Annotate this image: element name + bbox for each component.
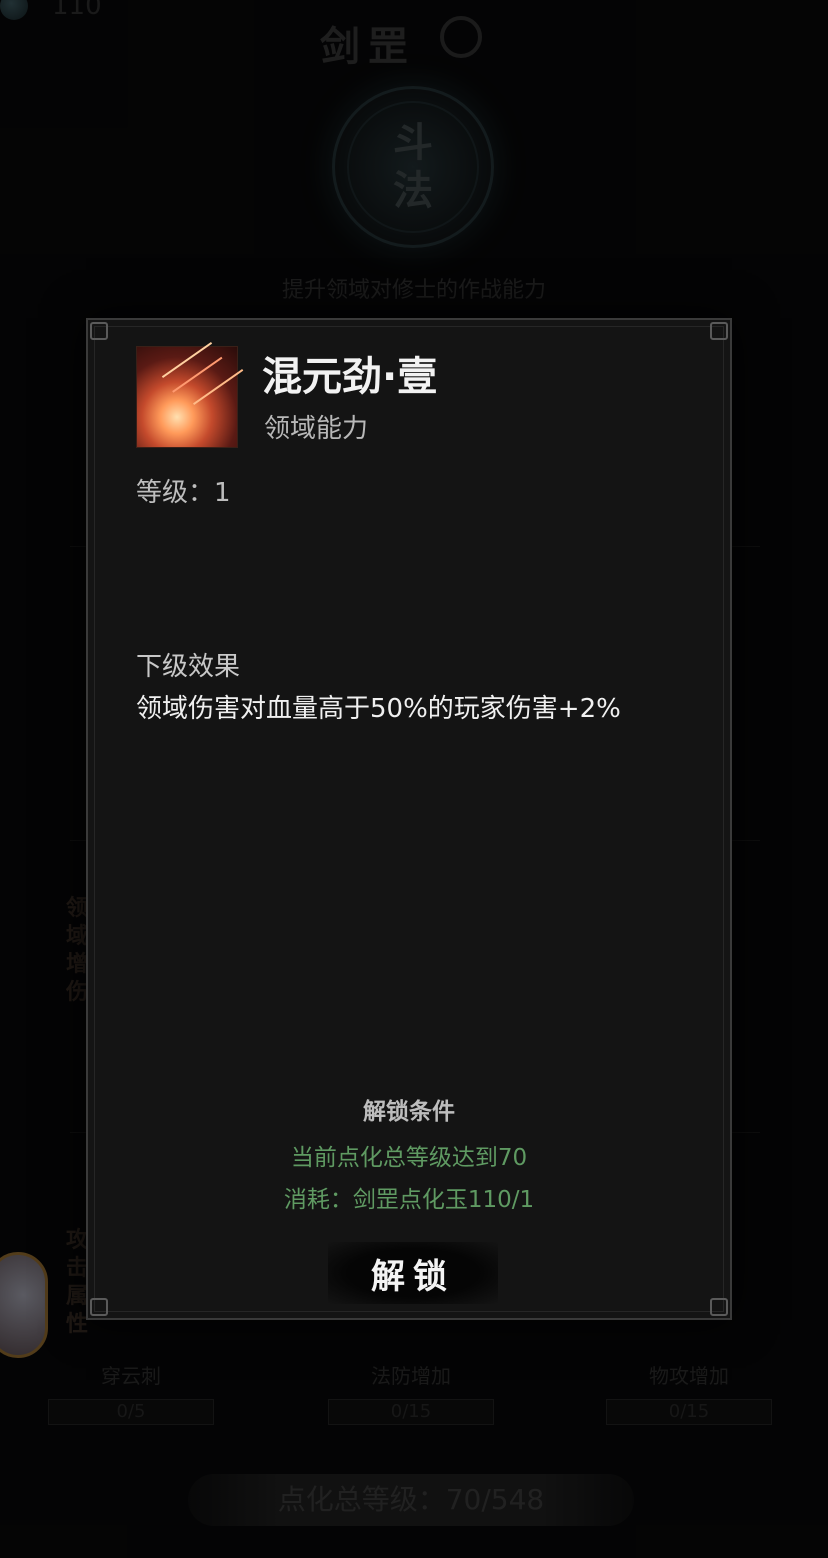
skill-node-chuanyunci[interactable]: 穿云刺 0/5: [48, 1360, 214, 1425]
emblem-char-1: 斗: [393, 119, 433, 166]
skill-node-progress: 0/15: [328, 1399, 494, 1425]
level-value: 1: [214, 478, 231, 508]
skill-level: 等级：1: [136, 472, 231, 509]
total-level-bar: 点化总等级：70/548: [188, 1474, 634, 1526]
swirl-icon[interactable]: [440, 16, 482, 58]
corner-ornament: [90, 1298, 108, 1316]
corner-ornament: [710, 1298, 728, 1316]
page-subtitle: 提升领域对修士的作战能力: [281, 278, 546, 303]
unlock-condition-cost: 消耗：剑罡点化玉110/1: [283, 1187, 535, 1213]
skill-node-label: 穿云刺: [101, 1364, 161, 1388]
skill-node-wugong[interactable]: 物攻增加 0/15: [606, 1360, 772, 1425]
lightning-skill-icon: [136, 346, 238, 448]
unlock-condition-level: 当前点化总等级达到70: [290, 1145, 528, 1171]
currency-value: 110: [52, 0, 102, 21]
skill-type: 领域能力: [264, 414, 369, 444]
unlock-button[interactable]: 解锁: [328, 1242, 498, 1304]
currency-counter: 110: [0, 0, 102, 21]
skill-node-progress: 0/15: [606, 1399, 772, 1425]
duel-emblem[interactable]: 斗 法: [332, 86, 494, 248]
emblem-char-2: 法: [393, 167, 433, 214]
skill-node-fafang[interactable]: 法防增加 0/15: [328, 1360, 494, 1425]
corner-ornament: [90, 322, 108, 340]
skill-node-label: 物攻增加: [649, 1364, 729, 1388]
skill-name: 混元劲·壹: [262, 354, 438, 400]
corner-ornament: [710, 322, 728, 340]
next-effect-text: 领域伤害对血量高于50%的玩家伤害+2%: [136, 694, 621, 724]
next-effect-title: 下级效果: [136, 652, 241, 682]
avatar[interactable]: [0, 1252, 48, 1358]
page-title: 剑罡: [320, 23, 416, 70]
level-label: 等级：: [136, 478, 215, 508]
unlock-conditions-title: 解锁条件: [363, 1099, 455, 1125]
skill-node-label: 法防增加: [371, 1364, 451, 1388]
skill-detail-modal: 混元劲·壹 领域能力 等级：1 下级效果 领域伤害对血量高于50%的玩家伤害+2…: [86, 318, 732, 1320]
skill-node-progress: 0/5: [48, 1399, 214, 1425]
jade-icon: [0, 0, 28, 20]
